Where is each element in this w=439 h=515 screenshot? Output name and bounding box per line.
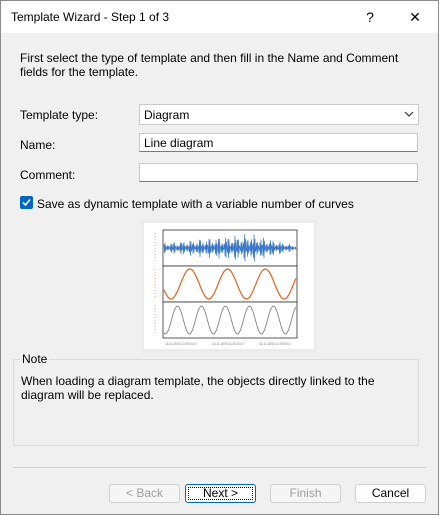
back-button[interactable]: < Back (109, 484, 180, 503)
checkmark-icon (22, 198, 31, 207)
template-preview: 16.11.2005 11:00:00.0 16.11.2005 11:00:0… (141, 220, 317, 353)
close-icon: ✕ (409, 8, 421, 25)
note-group: Note When loading a diagram template, th… (13, 352, 419, 446)
close-button[interactable]: ✕ (392, 1, 438, 33)
preview-chart: 16.11.2005 11:00:00.0 16.11.2005 11:00:0… (144, 223, 314, 349)
comment-field[interactable] (139, 163, 418, 182)
preview-x-tick-3: 16.11.2005 11:00:00.0 (259, 342, 291, 346)
template-type-label: Template type: (20, 108, 99, 122)
preview-diagram: 16.11.2005 11:00:00.0 16.11.2005 11:00:0… (144, 223, 314, 349)
title-bar: Template Wizard - Step 1 of 3 ? ✕ (1, 1, 438, 33)
dynamic-template-checkbox[interactable] (20, 196, 33, 209)
intro-text: First select the type of template and th… (20, 51, 399, 79)
window-title: Template Wizard - Step 1 of 3 (11, 10, 170, 24)
finish-button[interactable]: Finish (270, 484, 341, 503)
help-button[interactable]: ? (347, 1, 393, 33)
help-icon: ? (366, 9, 374, 25)
dynamic-template-label[interactable]: Save as dynamic template with a variable… (37, 197, 354, 211)
preview-x-tick-2: 16.11.2005 11:00:00.0 (212, 342, 244, 346)
template-type-value: Diagram (144, 108, 190, 122)
comment-label: Comment: (20, 168, 76, 182)
wizard-window: Template Wizard - Step 1 of 3 ? ✕ First … (0, 0, 439, 515)
name-value: Line diagram (144, 136, 214, 150)
name-field[interactable]: Line diagram (139, 133, 418, 152)
name-label: Name: (20, 138, 56, 152)
note-text: When loading a diagram template, the obj… (21, 374, 375, 402)
next-button[interactable]: Next > (185, 484, 256, 503)
preview-panel-middle (162, 265, 298, 303)
preview-x-tick-1: 16.11.2005 11:00:00.0 (165, 342, 197, 346)
chevron-down-icon (404, 111, 414, 117)
template-type-select[interactable]: Diagram (139, 104, 419, 125)
cancel-button[interactable]: Cancel (355, 484, 426, 503)
button-separator (13, 467, 427, 468)
note-title: Note (20, 352, 50, 366)
